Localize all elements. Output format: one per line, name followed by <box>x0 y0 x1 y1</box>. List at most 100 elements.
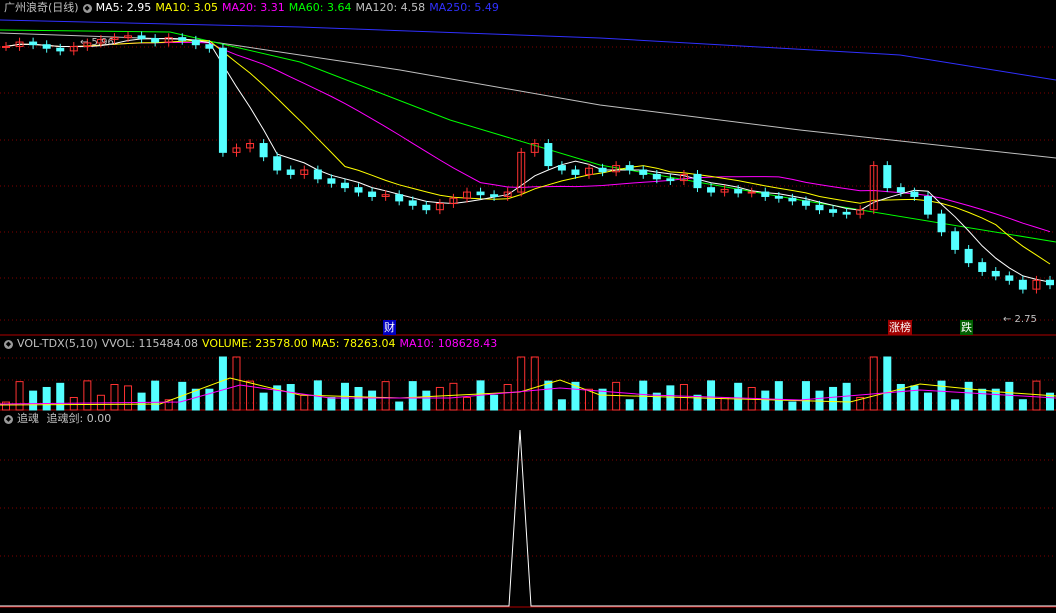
volume-bar <box>490 394 499 411</box>
volume-bar <box>327 397 336 411</box>
vvol-label: VVOL: 115484.08 <box>101 337 199 350</box>
volume-bar <box>951 399 960 411</box>
volume-bar <box>354 386 363 411</box>
candle-body <box>801 200 810 206</box>
candle-body <box>951 231 960 250</box>
volume-bar <box>910 385 919 411</box>
stock-chart: ← 5.96 ← 2.75 <box>0 19 1056 608</box>
candle-body <box>218 47 227 153</box>
candle-body <box>408 200 417 206</box>
volume-bar <box>124 385 133 411</box>
volume-bar <box>544 380 553 411</box>
volume-bar <box>408 381 417 411</box>
candle-body <box>639 169 648 175</box>
volume-bar <box>774 381 783 411</box>
candle-body <box>476 191 485 196</box>
volume-label: VOLUME: 23578.00 <box>202 337 308 350</box>
candle-body <box>747 191 756 194</box>
candle-body <box>313 169 322 180</box>
candle-body <box>2 45 10 48</box>
candle-body <box>137 35 146 40</box>
candle-body <box>259 143 268 158</box>
volume-panel-header: ◆ VOL-TDX(5,10) VVOL: 115484.08 VOLUME: 235… <box>4 336 501 352</box>
volume-bar <box>585 388 594 411</box>
candle-body <box>964 248 973 264</box>
volume-bar <box>707 380 716 411</box>
candle-body <box>422 204 431 211</box>
candle-body <box>354 187 363 193</box>
volume-bar <box>246 380 255 411</box>
candle-body <box>42 44 51 49</box>
candle-body <box>734 188 743 194</box>
volume-bar <box>205 388 214 411</box>
ma5-label: MA5: 2.95 <box>95 1 152 14</box>
event-tag-finance[interactable]: 财 <box>383 320 396 335</box>
candle-body <box>666 178 675 182</box>
volume-bar <box>720 397 729 411</box>
volume-bar <box>1005 381 1014 411</box>
volume-bar <box>1032 380 1041 411</box>
vol-ma10-label: MA10: 108628.43 <box>399 337 498 350</box>
volume-bar <box>42 386 51 411</box>
candle-body <box>490 194 499 197</box>
indicator-value-label: 追魂剑: 0.00 <box>46 412 112 425</box>
stock-title: 广州浪奇(日线) <box>4 1 79 14</box>
volume-settings-circle-icon[interactable]: ◆ <box>4 339 13 349</box>
candle-body <box>991 270 1000 277</box>
candle-body <box>151 38 160 43</box>
volume-bar <box>923 392 932 411</box>
settings-circle-icon[interactable]: ◆ <box>82 3 92 13</box>
volume-bar <box>829 386 838 411</box>
vol-indicator-name: VOL-TDX(5,10) <box>17 337 98 350</box>
event-tag-drop[interactable]: 跌 <box>960 320 973 335</box>
volume-bar <box>503 383 512 411</box>
candle-body <box>557 165 566 171</box>
candle-body <box>1018 279 1027 290</box>
ma20-line <box>5 41 1051 233</box>
indicator-panel-header: ◆ 追魂 追魂剑: 0.00 <box>4 411 115 427</box>
low-price-marker: ← 2.75 <box>1003 314 1037 325</box>
candle-body <box>340 182 349 189</box>
volume-bar <box>151 380 160 411</box>
event-tag-limit-up[interactable]: 涨榜 <box>888 320 912 335</box>
candle-body <box>693 173 702 189</box>
candle-body <box>896 187 905 193</box>
volume-bar <box>15 381 24 411</box>
ma250-label: MA250: 5.49 <box>429 1 499 14</box>
candle-body <box>1046 279 1054 286</box>
volume-bar <box>435 386 444 411</box>
volume-bar <box>110 384 119 411</box>
volume-bar <box>666 385 675 411</box>
volume-bar <box>801 381 810 411</box>
volume-bar <box>56 382 65 411</box>
indicator-line <box>0 429 1056 607</box>
ma10-label: MA10: 3.05 <box>155 1 219 14</box>
candle-body <box>978 262 987 272</box>
candle-body <box>1005 275 1014 281</box>
volume-bar <box>517 356 526 411</box>
volume-bar <box>530 356 539 411</box>
candle-body <box>842 211 851 215</box>
candle-body <box>883 165 892 189</box>
volume-bar <box>449 382 458 411</box>
ma5-line <box>5 37 1051 283</box>
volume-bar <box>788 401 797 411</box>
candle-body <box>191 39 200 46</box>
ma60-label: MA60: 3.64 <box>288 1 352 14</box>
candle-body <box>923 195 932 215</box>
candle-body <box>273 156 282 171</box>
volume-bar <box>815 390 824 411</box>
candle-body <box>788 197 797 202</box>
volume-bar <box>978 388 987 411</box>
ma120-line <box>0 32 1056 159</box>
ma60-line <box>0 29 1056 243</box>
candle-body <box>544 143 553 167</box>
volume-bar <box>191 388 200 411</box>
candle-body <box>707 187 716 193</box>
volume-bar <box>1018 399 1027 411</box>
candle-body <box>178 37 187 41</box>
volume-bar <box>83 380 92 411</box>
indicator-settings-circle-icon[interactable]: ◆ <box>4 414 13 424</box>
volume-bar <box>422 390 431 411</box>
candle-body <box>937 213 946 233</box>
